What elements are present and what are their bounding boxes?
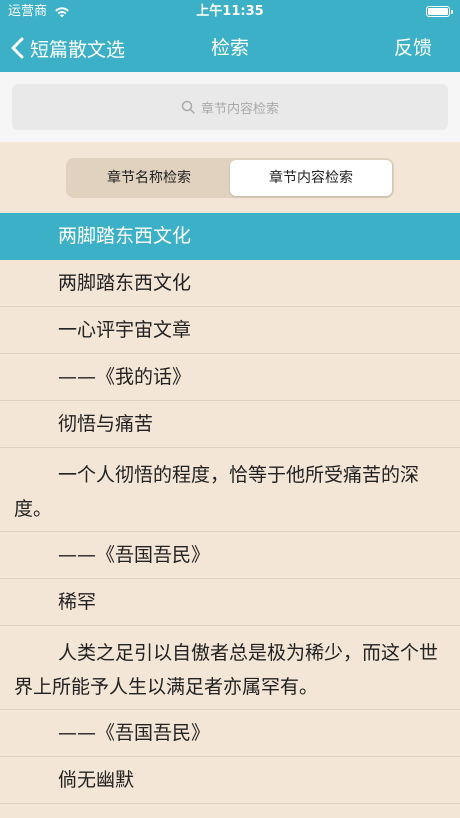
battery-icon xyxy=(426,6,453,17)
search-icon xyxy=(181,100,195,114)
top-bar: 运营商 上午11:35 短篇散文选 检索 反馈 xyxy=(0,0,460,72)
nav-bar: 短篇散文选 检索 反馈 xyxy=(0,24,460,72)
page-title: 检索 xyxy=(210,37,249,59)
status-bar: 运营商 上午11:35 xyxy=(0,0,460,24)
list-item[interactable]: ——《我的话》 xyxy=(0,354,460,401)
search-mode-segment: 章节名称检索 章节内容检索 xyxy=(66,158,394,198)
list-item[interactable]: 两脚踏东西文化 xyxy=(0,260,460,307)
clock: 上午11:35 xyxy=(196,4,264,19)
feedback-button[interactable]: 反馈 xyxy=(394,24,432,72)
list-item[interactable]: ——《吾国吾民》 xyxy=(0,532,460,579)
list-item[interactable]: 稀罕 xyxy=(0,579,460,626)
search-input[interactable]: 章节内容检索 xyxy=(12,84,448,130)
list-item[interactable]: ——《吾国吾民》 xyxy=(0,710,460,757)
list-item[interactable]: 一心评宇宙文章 xyxy=(0,307,460,354)
tab-chapter-content-search[interactable]: 章节内容检索 xyxy=(230,160,392,196)
list-item[interactable]: 一个人彻悟的程度，恰等于他所受痛苦的深度。 xyxy=(0,448,460,532)
tab-chapter-name-search[interactable]: 章节名称检索 xyxy=(68,160,230,196)
highlighted-result[interactable]: 两脚踏东西文化 xyxy=(0,213,460,260)
result-list: 两脚踏东西文化 两脚踏东西文化 一心评宇宙文章 ——《我的话》 彻悟与痛苦 一个… xyxy=(0,213,460,818)
list-item[interactable]: 倘无幽默 xyxy=(0,757,460,804)
list-item[interactable]: 人类之足引以自傲者总是极为稀少，而这个世界上所能予人生以满足者亦属罕有。 xyxy=(0,626,460,710)
search-placeholder: 章节内容检索 xyxy=(200,101,279,117)
search-area: 章节内容检索 xyxy=(0,72,460,142)
list-item[interactable]: 彻悟与痛苦 xyxy=(0,401,460,448)
